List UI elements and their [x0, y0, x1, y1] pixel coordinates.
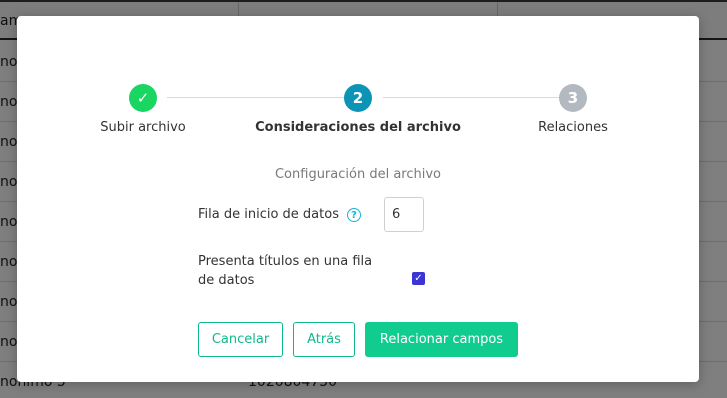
section-title: Configuración del archivo: [274, 167, 441, 182]
step-2-circle: 2: [344, 84, 372, 112]
titles-row-label: Presenta títulos en una fila: [198, 254, 373, 269]
import-wizard-modal: ✓ 2 3 Subir archivo Consideraciones del …: [17, 16, 699, 382]
titles-row-label-cont: de datos: [198, 273, 255, 288]
step-1-check-icon: ✓: [129, 84, 157, 112]
step-connector: [167, 97, 345, 98]
step-1-label: Subir archivo: [100, 120, 186, 135]
step-3-label: Relaciones: [538, 120, 608, 135]
cancel-button[interactable]: Cancelar: [198, 322, 283, 357]
start-row-input[interactable]: [384, 197, 424, 232]
back-button[interactable]: Atrás: [293, 322, 355, 357]
start-row-label: Fila de inicio de datos: [198, 207, 339, 222]
step-2-label: Consideraciones del archivo: [255, 120, 461, 135]
relate-fields-button[interactable]: Relacionar campos: [365, 322, 518, 357]
titles-row-checkbox[interactable]: ✓: [412, 272, 425, 285]
step-connector: [383, 97, 559, 98]
help-icon[interactable]: ?: [347, 208, 361, 222]
step-3-circle: 3: [559, 84, 587, 112]
